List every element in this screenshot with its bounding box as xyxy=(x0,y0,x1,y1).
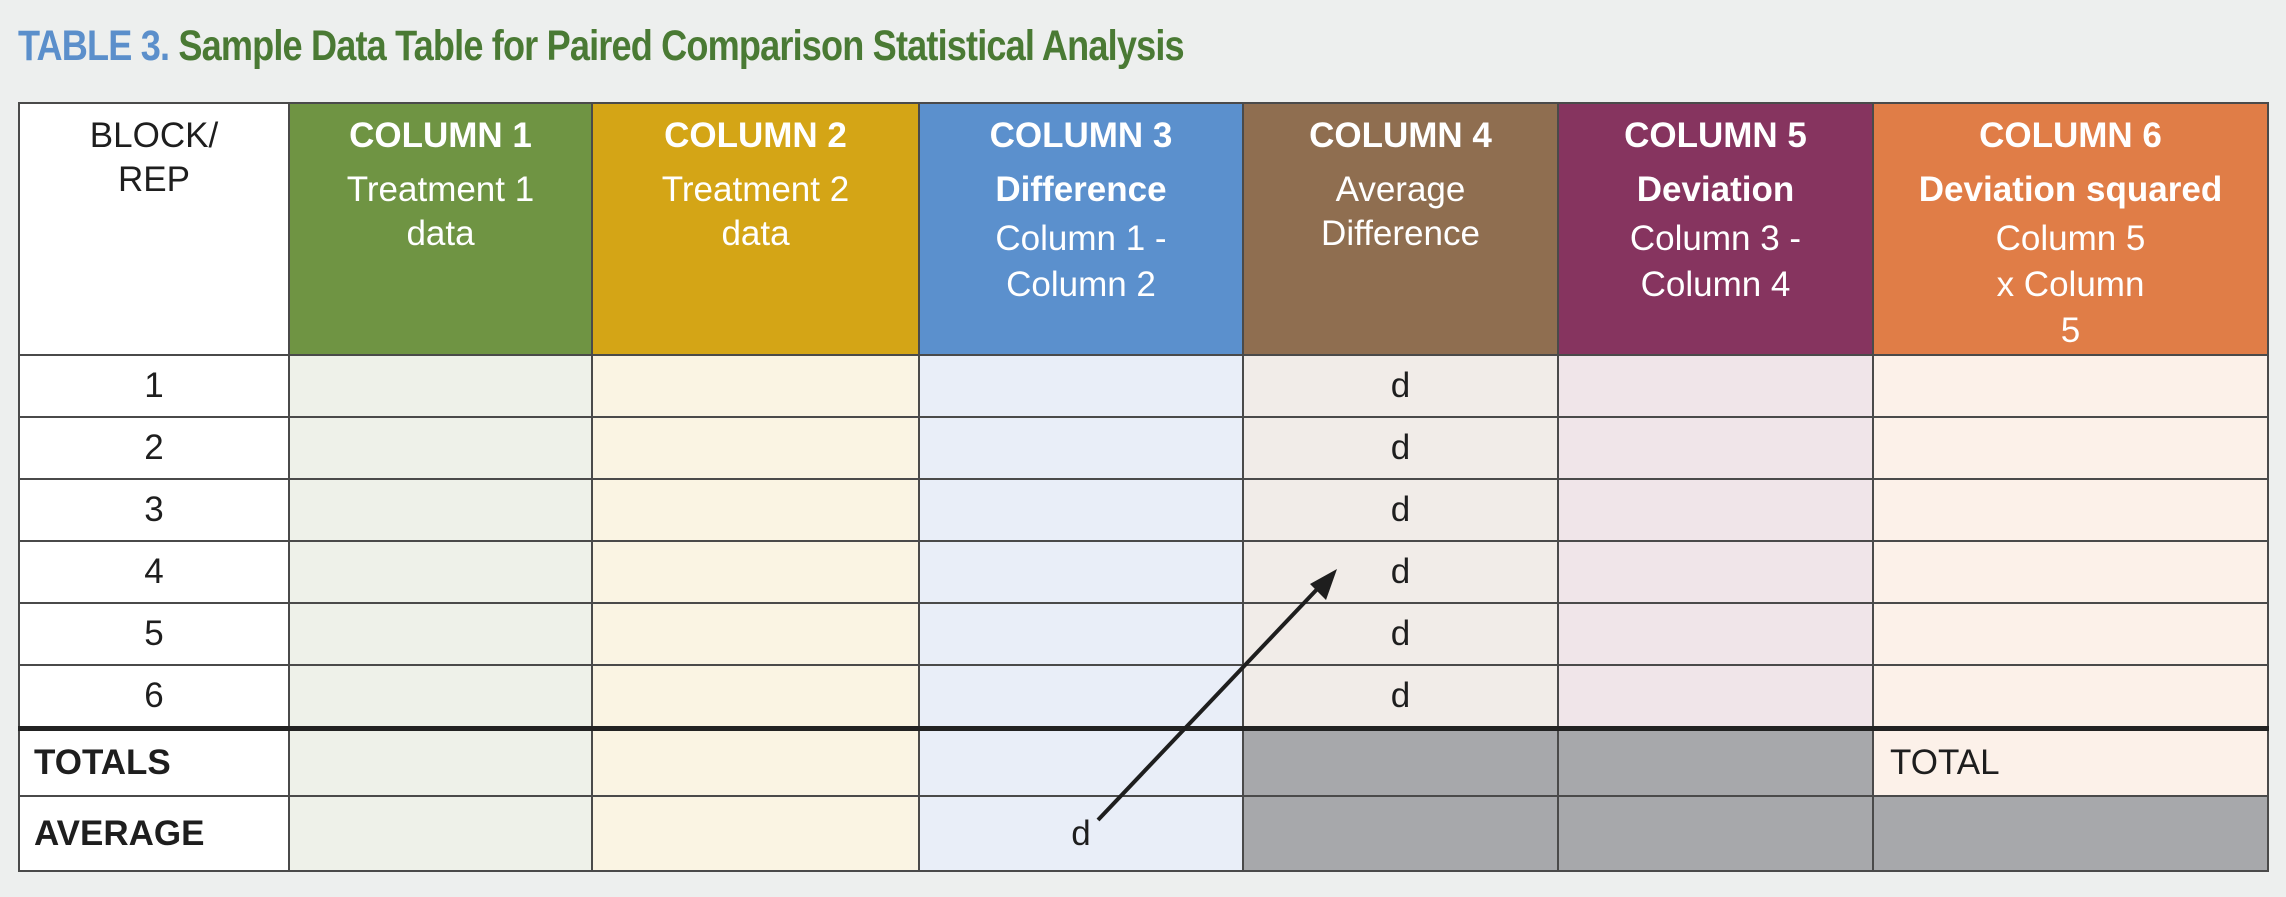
cell-col2[interactable] xyxy=(591,664,920,731)
row-label: 6 xyxy=(18,664,290,731)
table-title: TABLE 3. Sample Data Table for Paired Co… xyxy=(18,22,1185,71)
totals-label: TOTALS xyxy=(18,727,290,797)
totals-col3[interactable] xyxy=(918,727,1244,797)
table-caption: Sample Data Table for Paired Comparison … xyxy=(178,22,1184,70)
cell-col3[interactable] xyxy=(918,602,1244,666)
cell-col6[interactable] xyxy=(1872,602,2269,666)
header-column-3: COLUMN 3 Difference Column 1 - Column 2 xyxy=(918,102,1244,356)
cell-col3[interactable] xyxy=(918,354,1244,418)
cell-col1[interactable] xyxy=(288,354,593,418)
cell-col4[interactable]: d xyxy=(1242,354,1559,418)
row-label: 2 xyxy=(18,416,290,480)
row-label: 5 xyxy=(18,602,290,666)
cell-col4[interactable]: d xyxy=(1242,416,1559,480)
cell-col6[interactable] xyxy=(1872,416,2269,480)
cell-col3[interactable] xyxy=(918,540,1244,604)
cell-col1[interactable] xyxy=(288,540,593,604)
row-label: 1 xyxy=(18,354,290,418)
column-subtitle: Treatment 1 data xyxy=(346,170,535,253)
cell-col4[interactable]: d xyxy=(1242,664,1559,731)
column-formula: Column 5 x Column 5 xyxy=(1995,219,2146,350)
cell-col5[interactable] xyxy=(1557,602,1874,666)
cell-col3[interactable] xyxy=(918,664,1244,731)
cell-col2[interactable] xyxy=(591,478,920,542)
cell-col2[interactable] xyxy=(591,354,920,418)
column-subtitle: Average Difference xyxy=(1321,170,1480,253)
table-row: 2 d xyxy=(18,416,2269,480)
totals-col1[interactable] xyxy=(288,727,593,797)
cell-col2[interactable] xyxy=(591,602,920,666)
average-label: AVERAGE xyxy=(18,795,290,872)
cell-col3[interactable] xyxy=(918,416,1244,480)
column-subtitle: Deviation squared xyxy=(1918,170,2223,209)
header-column-6: COLUMN 6 Deviation squared Column 5 x Co… xyxy=(1872,102,2269,356)
column-title: COLUMN 3 xyxy=(989,116,1173,155)
cell-col5[interactable] xyxy=(1557,664,1874,731)
header-row: BLOCK/ REP COLUMN 1 Treatment 1 data COL… xyxy=(18,102,2269,356)
cell-col3[interactable] xyxy=(918,478,1244,542)
table-number: TABLE 3. xyxy=(18,22,170,70)
column-title: COLUMN 4 xyxy=(1309,116,1492,155)
cell-col2[interactable] xyxy=(591,540,920,604)
header-block-label: BLOCK/ xyxy=(89,116,219,155)
column-title: COLUMN 2 xyxy=(664,116,847,155)
table-row: 1 d xyxy=(18,354,2269,418)
table-row: 4 d xyxy=(18,540,2269,604)
cell-col5[interactable] xyxy=(1557,354,1874,418)
totals-col4-disabled xyxy=(1242,727,1559,797)
header-block-rep: BLOCK/ REP xyxy=(18,102,290,356)
cell-col6[interactable] xyxy=(1872,354,2269,418)
cell-col6[interactable] xyxy=(1872,478,2269,542)
header-rep-label: REP xyxy=(118,160,190,199)
cell-col1[interactable] xyxy=(288,478,593,542)
table-row: 3 d xyxy=(18,478,2269,542)
average-col4-disabled xyxy=(1242,795,1559,872)
cell-col5[interactable] xyxy=(1557,540,1874,604)
cell-col2[interactable] xyxy=(591,416,920,480)
cell-col4[interactable]: d xyxy=(1242,478,1559,542)
cell-col1[interactable] xyxy=(288,602,593,666)
cell-col1[interactable] xyxy=(288,664,593,731)
totals-row: TOTALS TOTAL xyxy=(18,727,2269,797)
table-row: 6 d xyxy=(18,664,2269,731)
average-col1[interactable] xyxy=(288,795,593,872)
row-label: 3 xyxy=(18,478,290,542)
cell-col6[interactable] xyxy=(1872,664,2269,731)
totals-col6[interactable]: TOTAL xyxy=(1872,727,2269,797)
column-subtitle: Deviation xyxy=(1636,170,1795,209)
average-col5-disabled xyxy=(1557,795,1874,872)
cell-col4[interactable]: d xyxy=(1242,540,1559,604)
header-column-2: COLUMN 2 Treatment 2 data xyxy=(591,102,920,356)
table-row: 5 d xyxy=(18,602,2269,666)
average-row: AVERAGE d xyxy=(18,795,2269,872)
column-title: COLUMN 5 xyxy=(1624,116,1807,155)
totals-col2[interactable] xyxy=(591,727,920,797)
cell-col5[interactable] xyxy=(1557,478,1874,542)
header-column-1: COLUMN 1 Treatment 1 data xyxy=(288,102,593,356)
average-col3[interactable]: d xyxy=(918,795,1244,872)
column-title: COLUMN 6 xyxy=(1979,116,2162,155)
header-column-4: COLUMN 4 Average Difference xyxy=(1242,102,1559,356)
cell-col5[interactable] xyxy=(1557,416,1874,480)
column-formula: Column 3 - Column 4 xyxy=(1629,219,1802,304)
header-column-5: COLUMN 5 Deviation Column 3 - Column 4 xyxy=(1557,102,1874,356)
column-title: COLUMN 1 xyxy=(349,116,532,155)
totals-col5-disabled xyxy=(1557,727,1874,797)
column-subtitle: Treatment 2 data xyxy=(661,170,850,253)
cell-col1[interactable] xyxy=(288,416,593,480)
average-col6-disabled xyxy=(1872,795,2269,872)
column-formula: Column 1 - Column 2 xyxy=(995,219,1167,304)
cell-col6[interactable] xyxy=(1872,540,2269,604)
average-col2[interactable] xyxy=(591,795,920,872)
cell-col4[interactable]: d xyxy=(1242,602,1559,666)
paired-comparison-table: BLOCK/ REP COLUMN 1 Treatment 1 data COL… xyxy=(18,102,2269,872)
column-subtitle: Difference xyxy=(995,170,1167,209)
row-label: 4 xyxy=(18,540,290,604)
